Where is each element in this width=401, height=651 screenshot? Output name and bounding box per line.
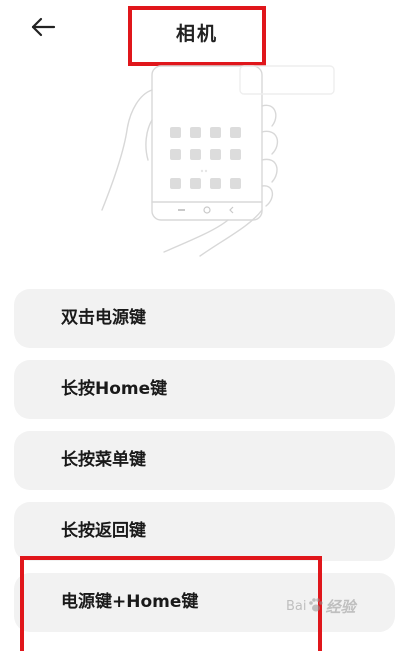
list-item-label: 双击电源键 [61, 308, 146, 328]
list-item-long-press-menu[interactable]: 长按菜单键 [14, 431, 395, 490]
title-highlight-box: 相机 [128, 6, 266, 66]
watermark-text-right: 经验 [325, 598, 356, 616]
selection-highlight-box [20, 556, 322, 651]
page-title: 相机 [175, 23, 218, 45]
list-item-label: 长按菜单键 [61, 450, 146, 470]
hand-holding-phone-illustration [100, 60, 340, 260]
list-item-long-press-home[interactable]: 长按Home键 [14, 360, 395, 419]
list-item-label: 长按返回键 [61, 521, 146, 541]
list-item-double-press-power[interactable]: 双击电源键 [14, 289, 395, 348]
watermark-text-left: Bai [286, 599, 307, 614]
paw-icon [307, 597, 326, 617]
arrow-left-icon [30, 17, 56, 37]
back-button[interactable] [26, 12, 60, 42]
list-item-long-press-back[interactable]: 长按返回键 [14, 502, 395, 561]
list-item-label: 长按Home键 [61, 379, 168, 399]
watermark: Bai 经验 [286, 596, 356, 617]
